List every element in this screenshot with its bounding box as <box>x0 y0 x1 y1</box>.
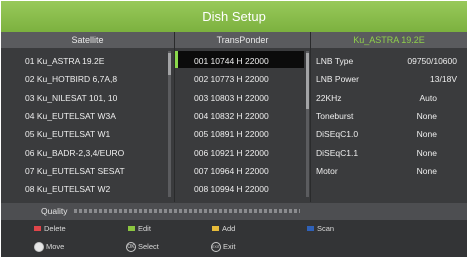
diseqc10-value[interactable]: None <box>371 126 437 142</box>
select-key-label: Select <box>138 242 159 251</box>
transponder-item[interactable]: 008 10994 H 22000 <box>194 181 269 197</box>
satellite-item[interactable]: 03 Ku_NILESAT 101, 10 <box>25 90 117 106</box>
satellite-item[interactable]: 04 Ku_EUTELSAT W3A <box>25 108 116 124</box>
current-satellite-header: Ku_ASTRA 19.2E <box>311 32 467 48</box>
toneburst-label: Toneburst <box>316 111 354 121</box>
red-key-icon <box>34 226 41 231</box>
column-divider <box>310 32 311 202</box>
satellite-item[interactable]: 05 Ku_EUTELSAT W1 <box>25 126 110 142</box>
transponder-column-header: TransPonder <box>175 32 310 48</box>
22khz-label: 22KHz <box>316 93 342 103</box>
navigation-arrows-icon <box>34 242 44 252</box>
exit-button-icon: EXIT <box>211 242 221 252</box>
transponder-item[interactable]: 006 10921 H 22000 <box>194 145 269 161</box>
transponder-item[interactable]: 007 10964 H 22000 <box>194 163 269 179</box>
selection-marker <box>175 51 178 68</box>
ok-button-icon: OK <box>126 242 136 252</box>
quality-meter <box>74 209 300 213</box>
exit-key-label: Exit <box>223 242 236 251</box>
motor-value[interactable]: None <box>371 163 437 179</box>
satellite-item[interactable]: 08 Ku_EUTELSAT W2 <box>25 181 110 197</box>
diseqc11-label: DiSEqC1.1 <box>316 148 359 158</box>
delete-key-label: Delete <box>44 224 66 233</box>
blue-key-icon <box>307 226 314 231</box>
satellite-item[interactable]: 01 Ku_ASTRA 19.2E <box>25 53 104 69</box>
toneburst-value[interactable]: None <box>371 108 437 124</box>
diseqc10-label: DiSEqC1.0 <box>316 129 359 139</box>
22khz-value[interactable]: Auto <box>371 90 438 106</box>
lnb-power-value[interactable]: 13/18V <box>371 71 457 87</box>
quality-label: Quality <box>41 206 68 216</box>
satellite-item[interactable]: 06 Ku_BADR-2,3,4/EURO <box>25 145 124 161</box>
satellite-scroll-thumb[interactable] <box>168 53 171 75</box>
lnb-type-value[interactable]: 09750/10600 <box>371 53 457 69</box>
transponder-item[interactable]: 002 10773 H 22000 <box>194 71 269 87</box>
scan-key-label: Scan <box>317 224 335 233</box>
yellow-key-icon <box>212 226 219 231</box>
transponder-item[interactable]: 001 10744 H 22000 <box>194 53 269 69</box>
transponder-item[interactable]: 005 10891 H 22000 <box>194 126 269 142</box>
transponder-item[interactable]: 003 10803 H 22000 <box>194 90 269 106</box>
transponder-item[interactable]: 004 10832 H 22000 <box>194 108 269 124</box>
lnb-type-label: LNB Type <box>316 56 354 66</box>
lnb-power-label: LNB Power <box>316 74 359 84</box>
diseqc11-value[interactable]: None <box>371 145 437 161</box>
dish-setup-screen: Dish Setup Satellite TransPonder Ku_ASTR… <box>1 1 467 257</box>
page-title: Dish Setup <box>1 1 467 32</box>
move-key-label: Move <box>46 242 65 251</box>
edit-key-label: Edit <box>138 224 151 233</box>
satellite-item[interactable]: 07 Ku_EUTELSAT SESAT <box>25 163 125 179</box>
satellite-item[interactable]: 02 Ku_HOTBIRD 6,7A,8 <box>25 71 117 87</box>
transponder-scroll-thumb[interactable] <box>306 53 309 109</box>
add-key-label: Add <box>222 224 236 233</box>
motor-label: Motor <box>316 166 338 176</box>
satellite-column-header: Satellite <box>1 32 174 48</box>
green-key-icon <box>128 226 135 231</box>
